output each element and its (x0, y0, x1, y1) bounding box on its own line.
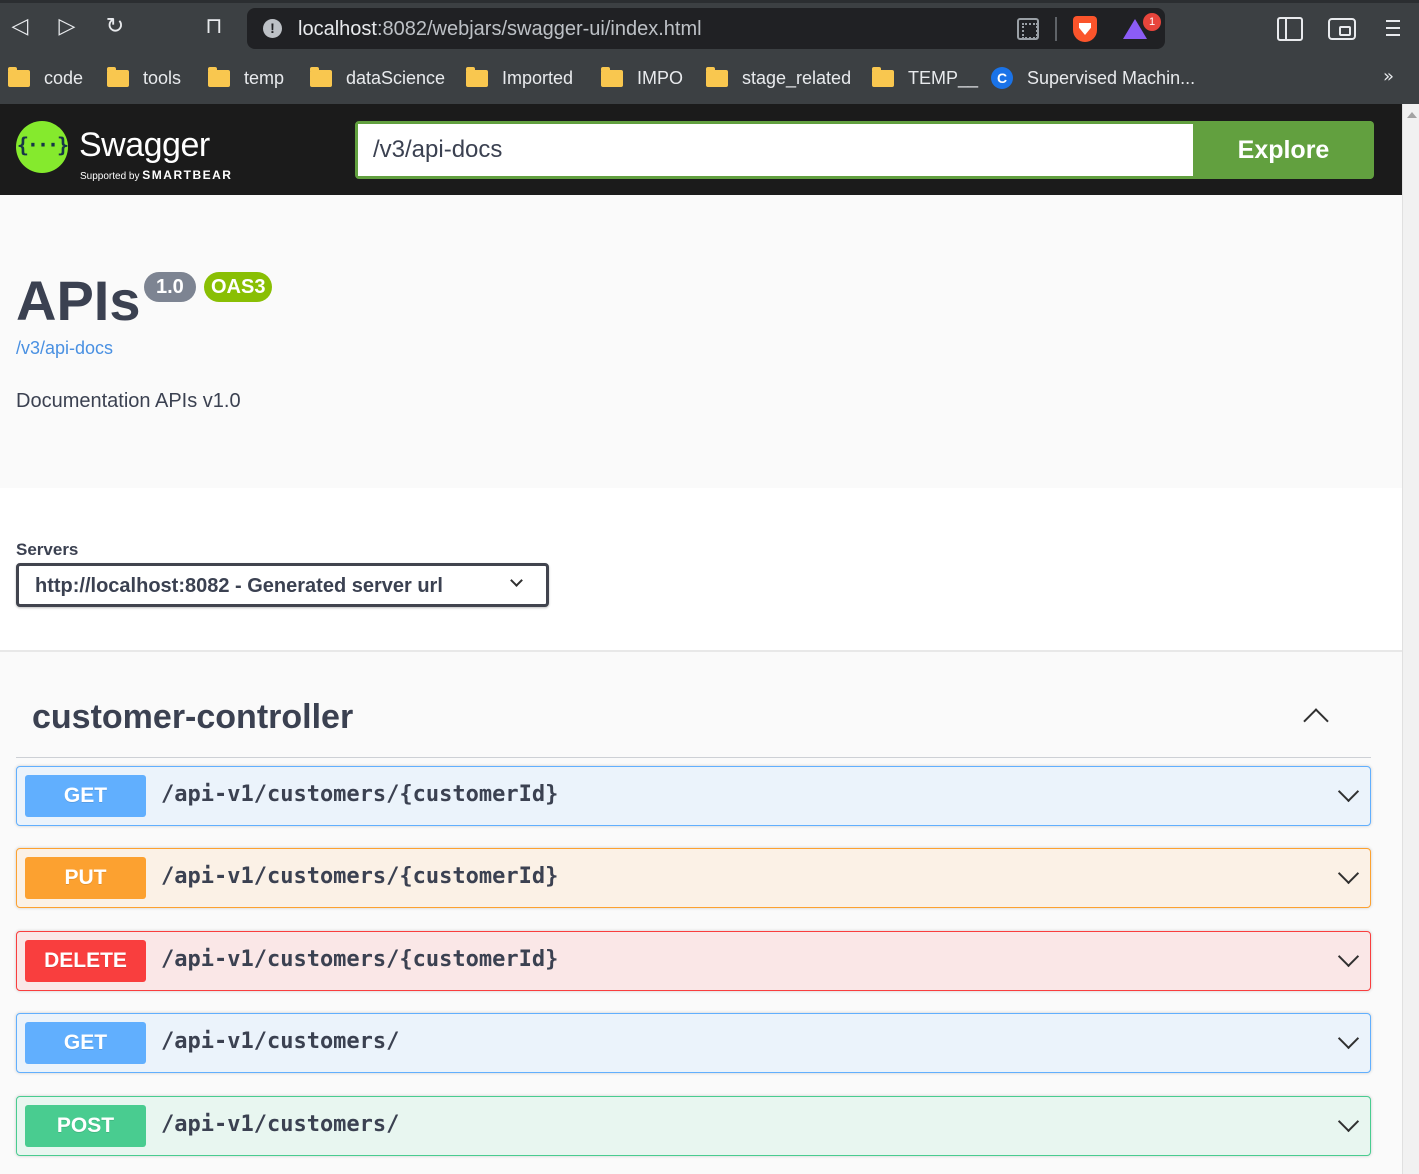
wallet-icon[interactable] (1328, 18, 1356, 40)
method-badge: POST (25, 1105, 146, 1147)
browser-toolbar: ◁ ▷ ↻ ⊓ ! localhost:8082/webjars/swagger… (0, 0, 1419, 56)
bookmark-imported[interactable]: Imported (466, 66, 573, 90)
bookmark-label: Imported (502, 67, 574, 88)
chevron-down-icon[interactable] (1337, 1110, 1360, 1133)
forward-icon[interactable]: ▷ (52, 12, 82, 42)
folder-icon (601, 66, 623, 87)
supported-by-text: Supported by SMARTBEAR (80, 168, 232, 182)
swagger-logo-text[interactable]: Swagger (79, 126, 210, 165)
method-badge: PUT (25, 857, 146, 899)
more-bookmarks-icon[interactable]: » (1383, 66, 1394, 87)
servers-select[interactable]: http://localhost:8082 - Generated server… (16, 563, 549, 607)
url-text[interactable]: localhost:8082/webjars/swagger-ui/index.… (298, 18, 702, 41)
swagger-topbar: {···} Swagger Supported by SMARTBEAR Exp… (0, 104, 1402, 195)
site-favicon-icon: C (991, 67, 1013, 89)
tab-strip (0, 0, 1419, 3)
folder-icon (8, 66, 30, 87)
bookmark-label: stage_related (742, 67, 852, 88)
bookmark-label: Supervised Machin... (1027, 67, 1196, 88)
chevron-down-icon (510, 574, 523, 587)
method-badge: GET (25, 1022, 146, 1064)
address-bar[interactable]: ! localhost:8082/webjars/swagger-ui/inde… (247, 8, 1165, 49)
bookmark-supervised-machine[interactable]: C Supervised Machin... (991, 66, 1195, 90)
folder-icon (310, 66, 332, 87)
api-description: Documentation APIs v1.0 (16, 390, 241, 412)
operation-delete-customer[interactable]: DELETE /api-v1/customers/{customerId} (16, 931, 1371, 991)
folder-icon (466, 66, 488, 87)
spec-link[interactable]: /v3/api-docs (16, 338, 113, 359)
bookmark-label: code (44, 67, 84, 88)
operation-path: /api-v1/customers/ (161, 1029, 400, 1054)
operation-path: /api-v1/customers/ (161, 1112, 400, 1137)
chevron-down-icon[interactable] (1337, 1027, 1360, 1050)
divider (1055, 17, 1057, 41)
operation-path: /api-v1/customers/{customerId} (161, 947, 559, 972)
smartbear-label: SMARTBEAR (142, 168, 233, 182)
scrollbar[interactable] (1402, 104, 1419, 1174)
operation-path: /api-v1/customers/{customerId} (161, 782, 559, 807)
method-badge: DELETE (25, 940, 146, 982)
operation-get-customers[interactable]: GET /api-v1/customers/ (16, 1013, 1371, 1073)
chevron-down-icon[interactable] (1337, 780, 1360, 803)
menu-icon[interactable] (1380, 16, 1404, 40)
chevron-down-icon[interactable] (1337, 862, 1360, 885)
reload-icon[interactable]: ↻ (100, 12, 130, 42)
api-title: APIs (16, 269, 141, 332)
bookmark-label: dataScience (346, 67, 446, 88)
qr-code-icon[interactable] (1017, 18, 1039, 40)
chevron-up-icon[interactable] (1303, 708, 1329, 734)
url-host: localhost (298, 18, 377, 40)
tag-header[interactable]: customer-controller (16, 680, 1371, 758)
bookmark-label: tools (143, 67, 182, 88)
servers-label: Servers (16, 540, 79, 559)
swagger-logo-icon[interactable]: {···} (16, 121, 69, 173)
operation-path: /api-v1/customers/{customerId} (161, 864, 559, 889)
bookmark-label: temp (244, 67, 285, 88)
bookmarks-bar: code tools temp dataScience Imported IMP… (0, 56, 1419, 104)
operation-put-customer[interactable]: PUT /api-v1/customers/{customerId} (16, 848, 1371, 908)
bookmark-datascience[interactable]: dataScience (310, 66, 445, 90)
rewards-badge: 1 (1143, 13, 1161, 31)
folder-icon (872, 66, 894, 87)
tag-title[interactable]: customer-controller (32, 698, 353, 737)
folder-icon (706, 66, 728, 87)
supported-by-label: Supported by (80, 171, 140, 182)
bookmark-label: TEMP__ (908, 67, 979, 88)
bookmark-temp[interactable]: temp (208, 66, 284, 90)
version-badge: 1.0 (144, 272, 196, 302)
brave-shields-icon[interactable] (1073, 16, 1097, 42)
folder-icon (107, 66, 129, 87)
chevron-down-icon[interactable] (1337, 945, 1360, 968)
bookmark-icon[interactable]: ⊓ (199, 12, 229, 42)
back-icon[interactable]: ◁ (5, 12, 35, 42)
url-path: :8082/webjars/swagger-ui/index.html (376, 18, 702, 40)
folder-icon (208, 66, 230, 87)
bookmark-stage-related[interactable]: stage_related (706, 66, 851, 90)
servers-section: Servers http://localhost:8082 - Generate… (0, 488, 1402, 652)
bookmark-tools[interactable]: tools (107, 66, 181, 90)
bookmark-impo[interactable]: IMPO (601, 66, 683, 90)
explore-form: Explore (355, 121, 1374, 179)
operation-get-customer[interactable]: GET /api-v1/customers/{customerId} (16, 766, 1371, 826)
servers-selected-value: http://localhost:8082 - Generated server… (35, 575, 443, 597)
logo-glyph: {···} (16, 133, 69, 157)
operation-post-customers[interactable]: POST /api-v1/customers/ (16, 1096, 1371, 1156)
bookmark-code[interactable]: code (8, 66, 83, 90)
site-info-icon[interactable]: ! (263, 19, 282, 38)
oas-badge: OAS3 (204, 272, 273, 302)
bookmark-label: IMPO (637, 67, 684, 88)
scroll-up-icon[interactable] (1407, 112, 1417, 118)
method-badge: GET (25, 775, 146, 817)
spec-url-input[interactable] (358, 124, 1190, 176)
explore-button[interactable]: Explore (1193, 121, 1374, 179)
sidebar-toggle-icon[interactable] (1277, 17, 1303, 41)
bookmark-temp2[interactable]: TEMP__ (872, 66, 978, 90)
